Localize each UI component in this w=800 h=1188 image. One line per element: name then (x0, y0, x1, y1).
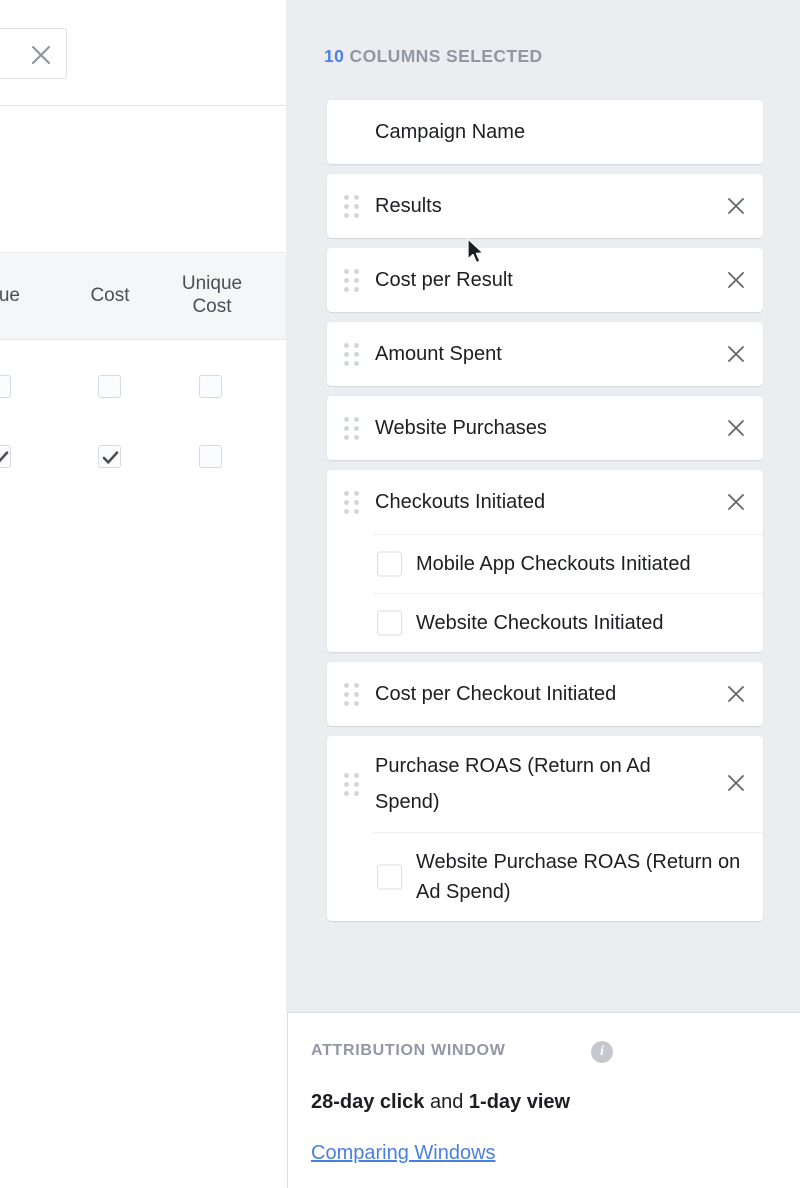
close-icon (728, 420, 744, 436)
column-card-label: Checkouts Initiated (375, 490, 546, 513)
column-card-cost-per-checkout-initiated[interactable]: Cost per Checkout Initiated (327, 662, 763, 726)
close-icon (728, 775, 744, 791)
column-header-unique-cost[interactable]: Unique Cost (168, 272, 256, 318)
close-icon (728, 198, 744, 214)
column-subitem[interactable]: Website Checkouts Initiated (373, 593, 763, 652)
column-card-label: Cost per Checkout Initiated (375, 682, 617, 705)
column-card-amount-spent[interactable]: Amount Spent (327, 322, 763, 386)
card-main-row: Amount Spent (327, 322, 763, 386)
comparing-windows-link[interactable]: Comparing Windows (311, 1142, 496, 1165)
card-main-row: Website Purchases (327, 396, 763, 460)
column-header-value[interactable]: alue (0, 284, 42, 307)
column-card-cost-per-result[interactable]: Cost per Result (327, 248, 763, 312)
card-main-row: Cost per Checkout Initiated (327, 662, 763, 726)
table-toolbar (0, 0, 286, 106)
close-icon (32, 46, 50, 64)
close-icon (728, 686, 744, 702)
column-subitem[interactable]: Mobile App Checkouts Initiated (373, 534, 763, 593)
close-icon (728, 346, 744, 362)
column-card-label: Amount Spent (375, 342, 502, 365)
card-main-row: Campaign Name (327, 100, 763, 164)
attribution-window-value: 28-day click and 1-day view (311, 1091, 570, 1114)
column-subitem[interactable]: Website Purchase ROAS (Return on Ad Spen… (373, 832, 763, 921)
drag-handle-icon[interactable] (344, 416, 360, 440)
column-card-campaign-name[interactable]: Campaign Name (327, 100, 763, 164)
columns-selected-label: COLUMNS SELECTED (344, 46, 543, 66)
column-card-purchase-roas[interactable]: Purchase ROAS (Return on Ad Spend) Websi… (327, 736, 763, 921)
table-checkbox[interactable] (199, 375, 222, 398)
drag-handle-icon[interactable] (344, 682, 360, 706)
subitem-checkbox[interactable] (377, 610, 402, 636)
mouse-cursor (467, 238, 484, 264)
attribution-view-window: 1-day view (468, 1091, 571, 1113)
remove-column-button[interactable] (721, 191, 751, 221)
table-header-row: alue Cost Unique Cost (0, 252, 286, 340)
selected-columns-list: Campaign Name Results Cost per Result Am… (327, 100, 763, 931)
checkmark-icon (0, 451, 9, 463)
attribution-window-panel: ATTRIBUTION WINDOW i 28-day click and 1-… (287, 1012, 800, 1188)
drag-handle-icon[interactable] (344, 772, 360, 796)
card-main-row: Cost per Result (327, 248, 763, 312)
left-table-panel: alue Cost Unique Cost (0, 0, 286, 1012)
remove-column-button[interactable] (721, 265, 751, 295)
subitem-checkbox[interactable] (377, 551, 402, 577)
column-card-label: Cost per Result (375, 268, 513, 291)
remove-column-button[interactable] (721, 413, 751, 443)
card-main-row: Purchase ROAS (Return on Ad Spend) (327, 736, 763, 832)
column-card-website-purchases[interactable]: Website Purchases (327, 396, 763, 460)
column-header-cost[interactable]: Cost (72, 284, 148, 307)
close-icon (728, 494, 744, 510)
columns-selected-count: 10 (324, 46, 345, 66)
remove-column-button[interactable] (721, 768, 751, 798)
table-checkbox[interactable] (0, 375, 11, 398)
columns-selected-header: 10 COLUMNS SELECTED (324, 46, 543, 67)
subitem-label: Website Purchase ROAS (Return on Ad Spen… (416, 851, 741, 903)
attribution-conjunction: and (424, 1091, 469, 1113)
table-checkbox[interactable] (0, 445, 11, 468)
remove-column-button[interactable] (721, 339, 751, 369)
screen: alue Cost Unique Cost (0, 0, 800, 1188)
card-main-row: Checkouts Initiated (327, 470, 763, 534)
drag-handle-icon[interactable] (344, 342, 360, 366)
drag-handle-icon[interactable] (344, 194, 360, 218)
table-checkbox[interactable] (98, 375, 121, 398)
remove-column-button[interactable] (721, 679, 751, 709)
subitem-label: Mobile App Checkouts Initiated (416, 553, 691, 575)
table-blank-area (0, 107, 286, 252)
remove-column-button[interactable] (721, 487, 751, 517)
column-card-label: Purchase ROAS (Return on Ad Spend) (375, 755, 651, 813)
columns-selected-panel: 10 COLUMNS SELECTED Campaign Name Result… (286, 0, 800, 1012)
close-button[interactable] (0, 28, 67, 79)
column-card-results[interactable]: Results (327, 174, 763, 238)
subitem-checkbox[interactable] (377, 864, 402, 890)
drag-handle-icon[interactable] (344, 490, 360, 514)
table-checkbox[interactable] (199, 445, 222, 468)
table-checkbox[interactable] (98, 445, 121, 468)
column-card-label: Results (375, 194, 442, 217)
card-main-row: Results (327, 174, 763, 238)
subitem-label: Website Checkouts Initiated (416, 612, 664, 634)
close-icon (728, 272, 744, 288)
info-icon[interactable]: i (591, 1041, 613, 1063)
column-card-label: Website Purchases (375, 416, 547, 439)
column-card-checkouts-initiated[interactable]: Checkouts Initiated Mobile App Checkouts… (327, 470, 763, 652)
drag-handle-icon[interactable] (344, 268, 360, 292)
attribution-window-title: ATTRIBUTION WINDOW (311, 1042, 506, 1059)
column-card-label: Campaign Name (375, 120, 526, 143)
checkmark-icon (102, 451, 119, 464)
table-body (0, 341, 286, 1012)
attribution-click-window: 28-day click (311, 1091, 425, 1113)
